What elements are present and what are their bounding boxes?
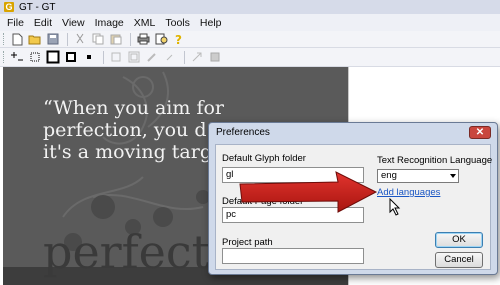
main-toolbar: ?: [0, 31, 500, 48]
mouse-cursor-icon: [389, 198, 401, 216]
crop-icon[interactable]: [108, 50, 124, 65]
window-title: GT - GT: [19, 1, 56, 13]
stamp-icon[interactable]: [207, 50, 223, 65]
cancel-button[interactable]: Cancel: [435, 252, 483, 268]
print-icon[interactable]: [135, 32, 151, 47]
menu-file[interactable]: File: [2, 17, 29, 29]
glyph-folder-label: Default Glyph folder: [222, 153, 306, 164]
menu-edit[interactable]: Edit: [29, 17, 57, 29]
canvas-quote-text: “When you aim for perfection, you d it's…: [43, 97, 224, 163]
small-box-icon[interactable]: [63, 50, 79, 65]
toolbar-grip[interactable]: [3, 51, 6, 63]
select-region-icon[interactable]: [27, 50, 43, 65]
chevron-down-icon: [450, 174, 456, 178]
frame-icon[interactable]: [126, 50, 142, 65]
add-point-icon[interactable]: [9, 50, 25, 65]
toolbar-grip[interactable]: [3, 33, 6, 45]
save-icon[interactable]: [45, 32, 61, 47]
line-icon[interactable]: [162, 50, 178, 65]
new-file-icon[interactable]: [9, 32, 25, 47]
toolbar-separator: [130, 32, 131, 46]
open-folder-icon[interactable]: [27, 32, 43, 47]
help-icon[interactable]: ?: [171, 32, 187, 47]
title-bar: G GT - GT: [0, 0, 500, 14]
add-languages-link[interactable]: Add languages: [377, 187, 440, 198]
paste-icon[interactable]: [108, 32, 124, 47]
pencil-icon[interactable]: [144, 50, 160, 65]
toolbar-separator: [67, 32, 68, 46]
red-pointer-arrow-icon: [239, 171, 378, 213]
arrow-tool-icon[interactable]: [189, 50, 205, 65]
menu-tools[interactable]: Tools: [160, 17, 195, 29]
drawing-toolbar: [0, 48, 500, 67]
dot-icon[interactable]: [81, 50, 97, 65]
preview-icon[interactable]: [153, 32, 169, 47]
dialog-title: Preferences: [216, 127, 270, 138]
language-select-value: eng: [381, 170, 397, 181]
language-select[interactable]: eng: [377, 169, 459, 183]
language-label: Text Recognition Language: [377, 155, 493, 166]
project-path-label: Project path: [222, 237, 273, 248]
menu-bar: File Edit View Image XML Tools Help: [0, 14, 500, 31]
toolbar-separator: [103, 50, 104, 64]
close-icon[interactable]: ✕: [469, 126, 491, 139]
copy-icon[interactable]: [90, 32, 106, 47]
menu-image[interactable]: Image: [90, 17, 129, 29]
cut-icon[interactable]: [72, 32, 88, 47]
app-icon: G: [4, 2, 14, 12]
menu-xml[interactable]: XML: [129, 17, 161, 29]
svg-text:?: ?: [175, 33, 182, 46]
project-path-field[interactable]: [222, 248, 364, 264]
ok-button[interactable]: OK: [435, 232, 483, 248]
menu-view[interactable]: View: [57, 17, 90, 29]
rectangle-icon[interactable]: [45, 50, 61, 65]
menu-help[interactable]: Help: [195, 17, 227, 29]
toolbar-separator: [184, 50, 185, 64]
